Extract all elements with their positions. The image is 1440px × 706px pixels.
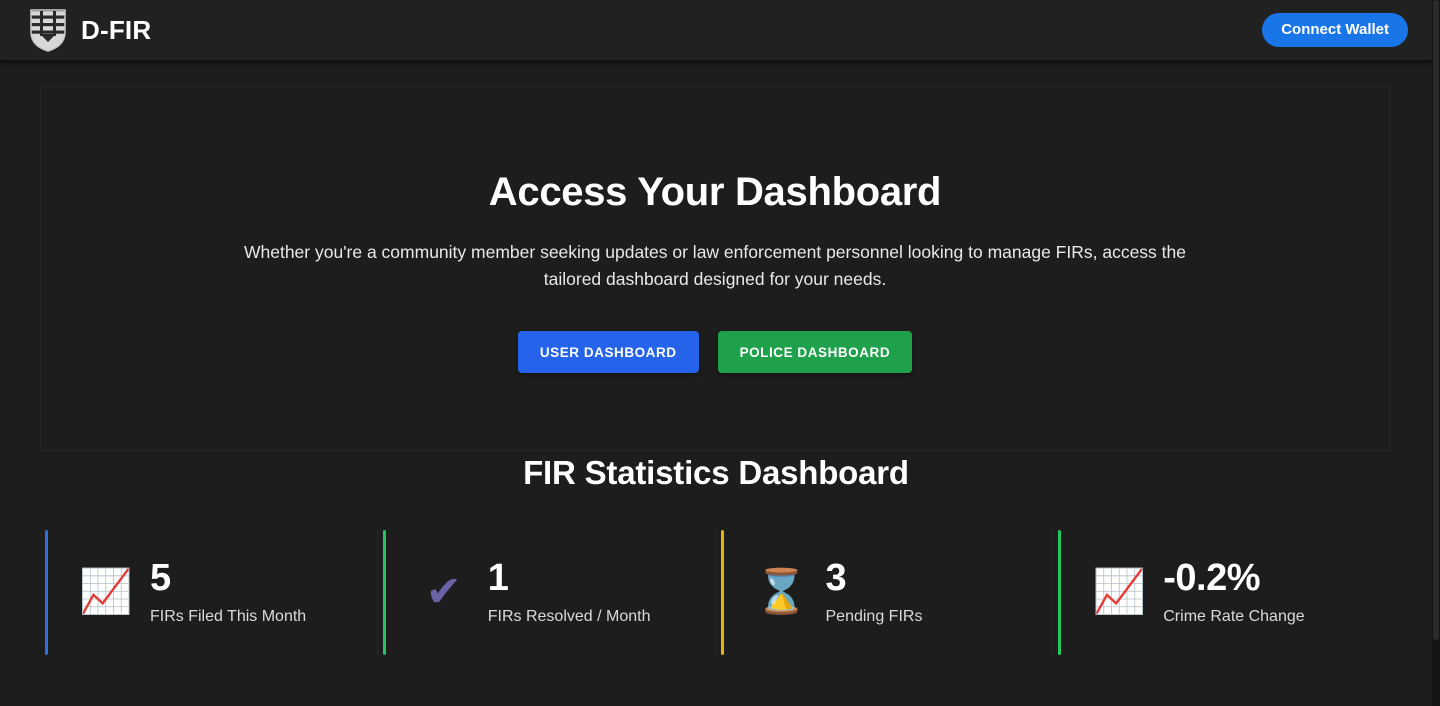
shield-stripes-icon: [28, 8, 68, 52]
stat-value: 3: [825, 557, 847, 600]
scrollbar-thumb[interactable]: [1433, 0, 1439, 640]
stat-card-pending-firs[interactable]: ⌛ 3 Pending FIRs: [714, 530, 1053, 655]
stat-label: FIRs Resolved / Month: [487, 607, 651, 625]
access-dashboard-section: Access Your Dashboard Whether you're a c…: [40, 86, 1390, 451]
stat-card-firs-filed[interactable]: 📈 5 FIRs Filed This Month: [40, 530, 377, 655]
accent-bar: [1058, 530, 1062, 655]
page-title: Access Your Dashboard: [488, 170, 942, 214]
page-content: Access Your Dashboard Whether you're a c…: [0, 62, 1432, 706]
page-subtitle: Whether you're a community member seekin…: [243, 242, 1186, 290]
stat-label: Crime Rate Change: [1163, 607, 1305, 625]
chart-increasing-icon: 📈: [1092, 568, 1147, 616]
brand-logo-link[interactable]: D-FIR: [28, 8, 151, 52]
stat-label: Pending FIRs: [825, 607, 923, 625]
accent-bar: [382, 530, 386, 655]
vertical-scrollbar[interactable]: [1432, 0, 1440, 706]
stat-card-firs-resolved[interactable]: ✔ 1 FIRs Resolved / Month: [376, 530, 715, 655]
top-app-bar: D-FIR Connect Wallet: [0, 0, 1432, 61]
check-mark-icon: ✔: [425, 568, 462, 616]
stats-card-row: 📈 5 FIRs Filed This Month ✔ 1 FIRs Resol…: [40, 530, 1390, 655]
hourglass-icon: ⌛: [754, 568, 809, 616]
stats-section-title: FIR Statistics Dashboard: [523, 454, 909, 491]
user-dashboard-button[interactable]: USER DASHBOARD: [517, 331, 699, 374]
brand-title: D-FIR: [81, 15, 152, 45]
stat-card-crime-rate-change[interactable]: 📈 -0.2% Crime Rate Change: [1052, 530, 1390, 655]
dashboard-actions: USER DASHBOARD POLICE DASHBOARD: [517, 331, 913, 374]
police-dashboard-button[interactable]: POLICE DASHBOARD: [717, 331, 913, 374]
accent-bar: [45, 530, 48, 655]
stat-value: 1: [487, 557, 509, 600]
stat-value: -0.2%: [1163, 557, 1261, 600]
chart-increasing-icon: 📈: [79, 568, 133, 616]
connect-wallet-button[interactable]: Connect Wallet: [1262, 13, 1408, 47]
stat-value: 5: [150, 557, 171, 600]
accent-bar: [720, 530, 724, 655]
stat-label: FIRs Filed This Month: [150, 607, 307, 625]
